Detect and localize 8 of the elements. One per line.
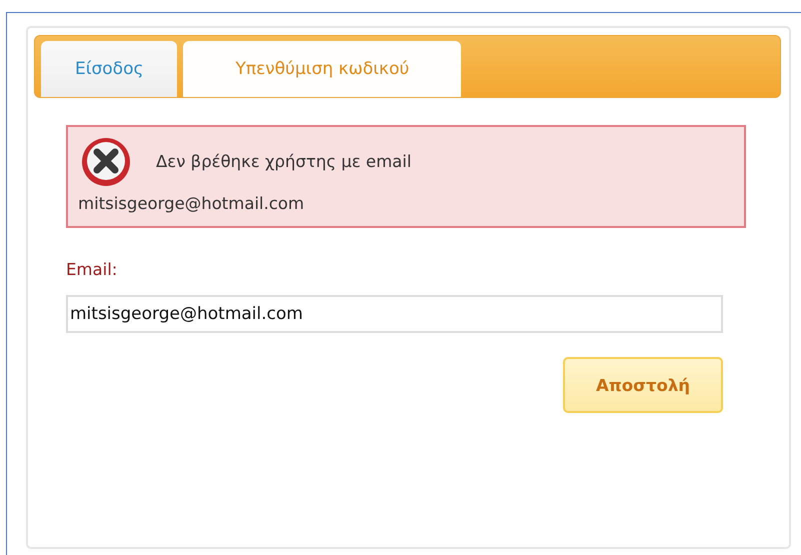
tab[interactable]: Είσοδος <box>41 41 178 97</box>
error-icon <box>80 136 132 188</box>
tab[interactable]: Υπενθύμιση κωδικού <box>183 41 462 97</box>
error-email: mitsisgeorge@hotmail.com <box>78 193 304 215</box>
error-message: Δεν βρέθηκε χρήστης με email <box>156 151 412 173</box>
email-field[interactable]: mitsisgeorge@hotmail.com <box>66 295 723 333</box>
email-label: Email: <box>66 260 118 279</box>
send-button[interactable]: Αποστολή <box>563 357 723 413</box>
